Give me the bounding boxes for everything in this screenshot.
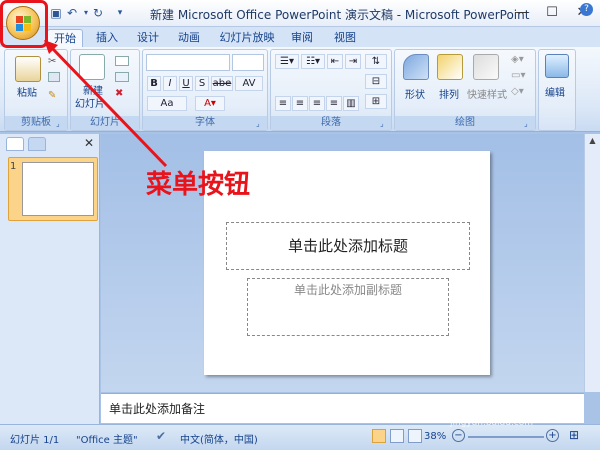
- baidu-watermark: Bai 经验 jingyan.baidu.com: [450, 392, 560, 432]
- zoom-level[interactable]: 38%: [424, 431, 446, 442]
- clipboard-dialog-launcher-icon[interactable]: ⌟: [56, 119, 66, 129]
- spell-check-icon[interactable]: ✔: [156, 429, 166, 443]
- numbering-button[interactable]: ☷▾: [301, 54, 325, 69]
- shapes-label[interactable]: 形状: [405, 86, 425, 101]
- decrease-indent-button[interactable]: ⇤: [327, 54, 343, 69]
- normal-view-icon[interactable]: [372, 429, 386, 443]
- font-group-label: 字体: [143, 116, 267, 130]
- tab-insert[interactable]: 插入: [92, 29, 122, 47]
- align-center-button[interactable]: ≡: [292, 96, 308, 111]
- shadow-button[interactable]: S: [195, 76, 209, 91]
- zoom-slider[interactable]: [468, 436, 544, 438]
- subtitle-placeholder[interactable]: 单击此处添加副标题: [247, 278, 449, 336]
- fit-to-window-icon[interactable]: ⊞: [566, 428, 582, 444]
- underline-button[interactable]: U: [179, 76, 193, 91]
- align-right-button[interactable]: ≡: [309, 96, 325, 111]
- theme-status: "Office 主题": [76, 435, 138, 446]
- save-icon[interactable]: ▣: [48, 5, 64, 21]
- bold-button[interactable]: B: [147, 76, 161, 91]
- reset-icon[interactable]: [115, 72, 129, 82]
- font-size-combo[interactable]: [232, 54, 264, 71]
- new-slide-icon[interactable]: [79, 54, 105, 80]
- drawing-dialog-launcher-icon[interactable]: ⌟: [524, 119, 534, 129]
- align-left-button[interactable]: ≡: [275, 96, 291, 111]
- slide-count-status: 幻灯片 1/1: [10, 435, 60, 446]
- slides-group: 新建 幻灯片 ✖ 幻灯片: [70, 49, 140, 131]
- help-icon[interactable]: ?: [580, 3, 593, 16]
- paste-label[interactable]: 粘贴: [17, 84, 37, 99]
- editing-label[interactable]: 编辑: [545, 84, 565, 99]
- highlight-box: [0, 0, 48, 48]
- font-color-button[interactable]: A▾: [195, 96, 225, 111]
- strikethrough-button[interactable]: abe: [211, 76, 233, 91]
- slideshow-view-icon[interactable]: [408, 429, 422, 443]
- delete-slide-icon[interactable]: ✖: [115, 88, 129, 99]
- paragraph-dialog-launcher-icon[interactable]: ⌟: [380, 119, 390, 129]
- arrange-icon[interactable]: [437, 54, 463, 80]
- shape-effects-icon[interactable]: ◇▾: [511, 86, 529, 98]
- clipboard-group: 粘贴 ✂ ✎ 剪贴板 ⌟: [4, 49, 68, 131]
- copy-icon[interactable]: [48, 72, 60, 82]
- window-title: 新建 Microsoft Office PowerPoint 演示文稿 - Mi…: [150, 8, 530, 22]
- tab-view[interactable]: 视图: [330, 29, 360, 47]
- font-dialog-launcher-icon[interactable]: ⌟: [256, 119, 266, 129]
- tab-outline-icon[interactable]: [28, 137, 46, 151]
- paragraph-group: ☰▾ ☷▾ ⇤ ⇥ ⇅ ⊟ ⊞ ≡ ≡ ≡ ≡ ▥ 段落 ⌟: [270, 49, 392, 131]
- tab-slideshow[interactable]: 幻灯片放映: [218, 29, 276, 47]
- editing-group: 编辑: [538, 49, 576, 131]
- drawing-group-label: 绘图: [395, 116, 535, 130]
- shapes-icon[interactable]: [403, 54, 429, 80]
- font-group: B I U S abe AV Aa A▾ 字体 ⌟: [142, 49, 268, 131]
- change-case-button[interactable]: Aa: [147, 96, 187, 111]
- quick-styles-icon[interactable]: [473, 54, 499, 80]
- editing-group-spacer: [539, 116, 575, 130]
- drawing-group: 形状 排列 快速样式 ◈▾ ▭▾ ◇▾ 绘图 ⌟: [394, 49, 536, 131]
- layout-icon[interactable]: [115, 56, 129, 66]
- shape-outline-icon[interactable]: ▭▾: [511, 70, 529, 82]
- paragraph-group-label: 段落: [271, 116, 391, 130]
- cut-icon[interactable]: ✂: [48, 56, 60, 67]
- tab-review[interactable]: 审阅: [287, 29, 317, 47]
- tab-design[interactable]: 设计: [133, 29, 163, 47]
- close-pane-icon[interactable]: ✕: [82, 136, 96, 150]
- font-name-combo[interactable]: [146, 54, 230, 71]
- bullets-button[interactable]: ☰▾: [275, 54, 299, 69]
- redo-icon[interactable]: ↻: [90, 5, 106, 21]
- vertical-scrollbar[interactable]: ▲: [584, 134, 600, 392]
- format-painter-icon[interactable]: ✎: [48, 90, 60, 101]
- minimize-button[interactable]: —: [508, 3, 536, 23]
- char-spacing-button[interactable]: AV: [235, 76, 263, 91]
- text-direction-button[interactable]: ⇅: [365, 54, 387, 69]
- annotation-text: 菜单按钮: [146, 170, 251, 200]
- quick-styles-label[interactable]: 快速样式: [467, 86, 507, 101]
- find-binoculars-icon[interactable]: [545, 54, 569, 78]
- maximize-button[interactable]: ☐: [538, 3, 566, 23]
- slide-sorter-view-icon[interactable]: [390, 429, 404, 443]
- language-status: 中文(简体，中国): [180, 435, 258, 446]
- slides-group-label: 幻灯片: [71, 116, 139, 130]
- slide-thumbnail[interactable]: [22, 162, 94, 216]
- pane-tabs: ✕: [4, 136, 98, 153]
- columns-button[interactable]: ▥: [343, 96, 359, 111]
- paste-icon[interactable]: [15, 56, 41, 82]
- scroll-up-icon[interactable]: ▲: [587, 136, 598, 148]
- new-slide-label-2[interactable]: 幻灯片: [75, 95, 105, 110]
- tab-animation[interactable]: 动画: [174, 29, 204, 47]
- customize-qat-icon[interactable]: ▾: [112, 5, 128, 21]
- align-text-button[interactable]: ⊟: [365, 74, 387, 89]
- tab-home[interactable]: 开始: [47, 29, 83, 47]
- arrange-label[interactable]: 排列: [439, 86, 459, 101]
- italic-button[interactable]: I: [163, 76, 177, 91]
- shape-fill-icon[interactable]: ◈▾: [511, 54, 529, 66]
- tab-slides-icon[interactable]: [6, 137, 24, 151]
- justify-button[interactable]: ≡: [326, 96, 342, 111]
- title-placeholder[interactable]: 单击此处添加标题: [226, 222, 470, 270]
- watermark-text: Bai 经验: [450, 396, 525, 417]
- smartart-button[interactable]: ⊞: [365, 94, 387, 109]
- increase-indent-button[interactable]: ⇥: [345, 54, 361, 69]
- slide-thumbnail-number: 1: [10, 161, 17, 172]
- watermark-url: jingyan.baidu.com: [450, 418, 534, 428]
